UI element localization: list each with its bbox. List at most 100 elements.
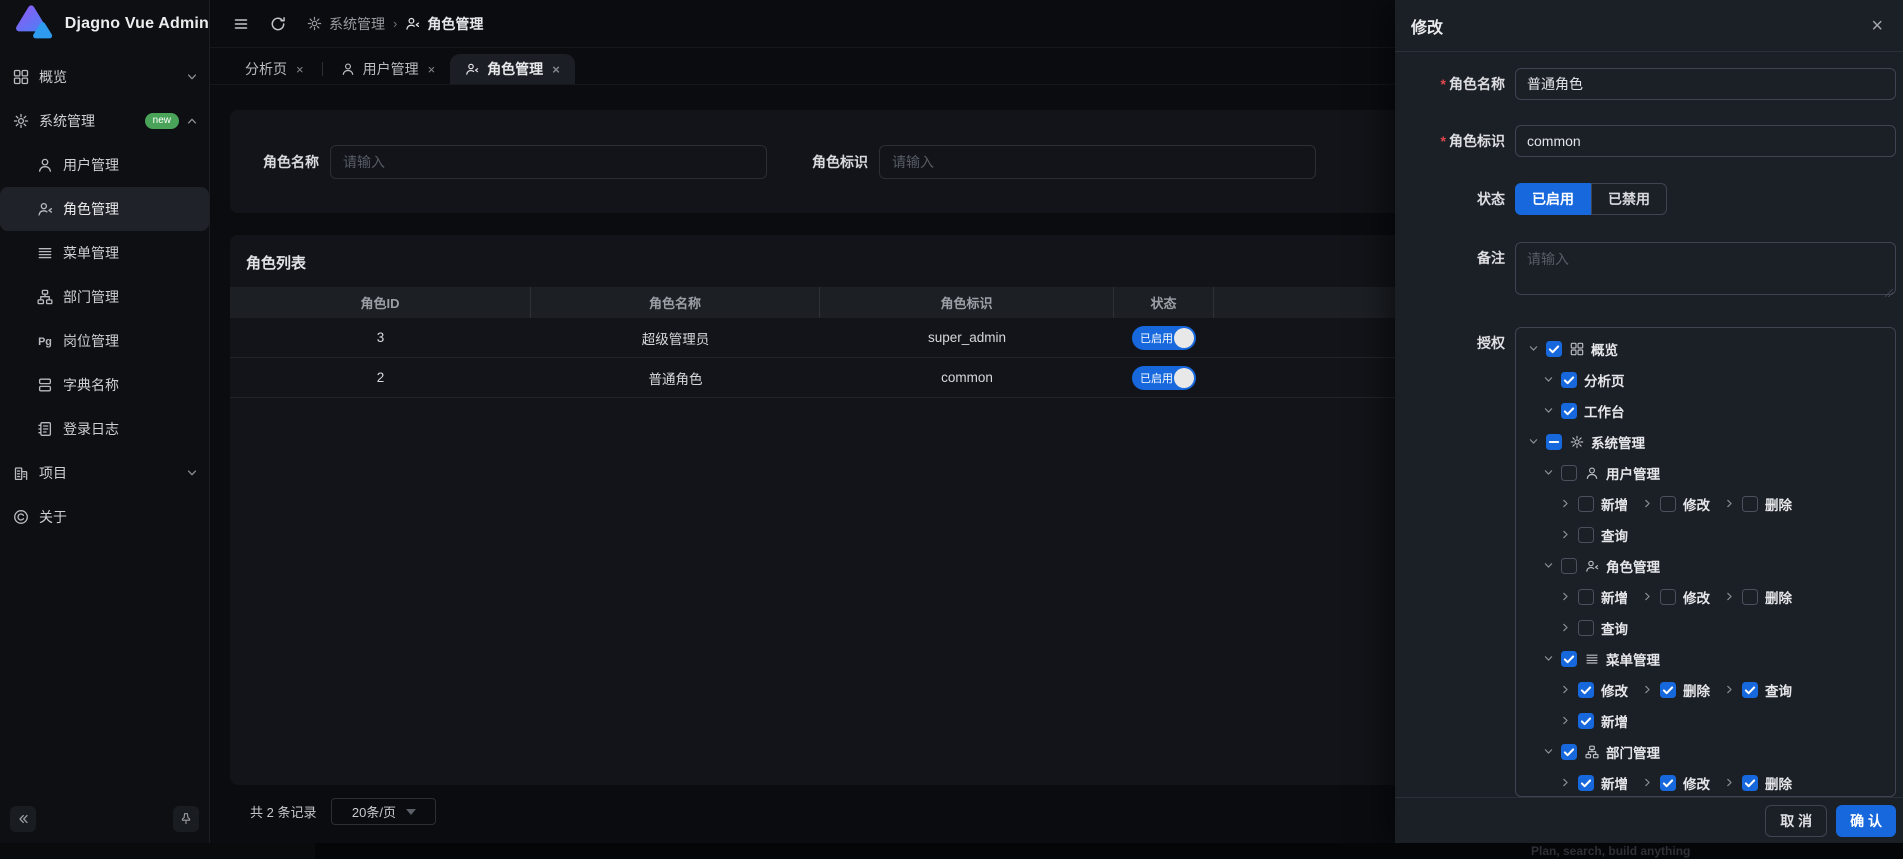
tree-node[interactable]: 查询 [1560,618,1628,638]
checkbox-unchecked[interactable] [1742,496,1758,512]
sidebar-item[interactable]: 部门管理 [0,275,209,319]
status-toggle[interactable]: 已启用 [1132,366,1196,390]
tab-0[interactable]: 分析页× [230,54,319,84]
chevron-right-icon[interactable] [1560,591,1571,602]
chevron-down-icon[interactable] [1528,436,1539,447]
tree-node[interactable]: 概览 [1528,339,1618,359]
checkbox-checked[interactable] [1578,775,1594,791]
tree-node[interactable]: 修改 [1642,773,1710,793]
sidebar-item[interactable]: 关于 [0,495,209,539]
confirm-button[interactable]: 确 认 [1836,805,1896,837]
role-key-search-input[interactable] [879,145,1316,179]
sidebar-item[interactable]: 概览 [0,55,209,99]
remark-textarea[interactable] [1515,242,1896,295]
checkbox-unchecked[interactable] [1578,620,1594,636]
chevron-right-icon[interactable] [1642,777,1653,788]
sidebar-item[interactable]: 系统管理new [0,99,209,143]
chevron-right-icon[interactable] [1560,777,1571,788]
checkbox-checked[interactable] [1546,341,1562,357]
tree-node[interactable]: 新增 [1560,587,1628,607]
tree-node[interactable]: 用户管理 [1543,463,1660,483]
chevron-right-icon[interactable] [1642,498,1653,509]
tree-node[interactable]: 新增 [1560,711,1628,731]
checkbox-unchecked[interactable] [1561,465,1577,481]
tree-node[interactable]: 新增 [1560,494,1628,514]
chevron-down-icon[interactable] [1543,405,1554,416]
refresh-icon[interactable] [270,16,286,32]
status-disabled-option[interactable]: 已禁用 [1591,183,1667,215]
sidebar-item[interactable]: 项目 [0,451,209,495]
tree-node[interactable]: 分析页 [1543,370,1625,390]
checkbox-checked[interactable] [1578,682,1594,698]
chevron-right-icon[interactable] [1724,591,1735,602]
tree-node[interactable]: 删除 [1724,773,1792,793]
tree-node[interactable]: 角色管理 [1543,556,1660,576]
cancel-button[interactable]: 取 消 [1765,805,1827,837]
tree-node[interactable]: 修改 [1642,494,1710,514]
tree-node[interactable]: 修改 [1642,587,1710,607]
chevron-right-icon[interactable] [1560,715,1571,726]
sidebar-item[interactable]: 角色管理 [0,187,209,231]
close-icon[interactable]: × [1871,16,1883,36]
checkbox-unchecked[interactable] [1742,589,1758,605]
chevron-down-icon[interactable] [1543,560,1554,571]
checkbox-unchecked[interactable] [1578,527,1594,543]
status-toggle[interactable]: 已启用 [1132,326,1196,350]
checkbox-checked[interactable] [1742,682,1758,698]
sidebar-item[interactable]: Pg岗位管理 [0,319,209,363]
checkbox-indeterminate[interactable] [1546,434,1562,450]
tab-close-icon[interactable]: × [428,63,436,76]
tree-node[interactable]: 系统管理 [1528,432,1645,452]
tree-node[interactable]: 删除 [1724,494,1792,514]
checkbox-unchecked[interactable] [1561,558,1577,574]
chevron-down-icon[interactable] [1543,746,1554,757]
role-key-input[interactable] [1515,125,1896,157]
checkbox-unchecked[interactable] [1578,589,1594,605]
chevron-right-icon[interactable] [1560,498,1571,509]
tree-node[interactable]: 删除 [1724,587,1792,607]
chevron-down-icon[interactable] [1543,467,1554,478]
checkbox-checked[interactable] [1561,403,1577,419]
checkbox-unchecked[interactable] [1660,589,1676,605]
role-name-input[interactable] [1515,68,1896,100]
chevron-right-icon[interactable] [1724,498,1735,509]
tree-node[interactable]: 工作台 [1543,401,1625,421]
tab-close-icon[interactable]: × [552,63,560,76]
sidebar-item[interactable]: 字典名称 [0,363,209,407]
chevron-right-icon[interactable] [1642,684,1653,695]
chevron-right-icon[interactable] [1642,591,1653,602]
hamburger-icon[interactable] [233,16,249,32]
checkbox-checked[interactable] [1660,775,1676,791]
role-name-search-input[interactable] [330,145,767,179]
tree-node[interactable]: 修改 [1560,680,1628,700]
chevron-down-icon[interactable] [1543,374,1554,385]
checkbox-checked[interactable] [1742,775,1758,791]
sidebar-item[interactable]: 菜单管理 [0,231,209,275]
page-size-select[interactable]: 20条/页 [331,798,436,825]
chevron-right-icon[interactable] [1724,684,1735,695]
tab-1[interactable]: 用户管理× [326,54,451,84]
chevron-down-icon[interactable] [1528,343,1539,354]
collapse-sidebar-button[interactable] [10,806,36,832]
checkbox-checked[interactable] [1578,713,1594,729]
tree-node[interactable]: 查询 [1560,525,1628,545]
sidebar-item[interactable]: 用户管理 [0,143,209,187]
checkbox-checked[interactable] [1660,682,1676,698]
checkbox-checked[interactable] [1561,744,1577,760]
checkbox-unchecked[interactable] [1578,496,1594,512]
chevron-right-icon[interactable] [1724,777,1735,788]
chevron-right-icon[interactable] [1560,529,1571,540]
sidebar-item[interactable]: 登录日志 [0,407,209,451]
breadcrumb-item[interactable]: 系统管理 [307,14,385,34]
pin-sidebar-button[interactable] [173,806,199,832]
tree-node[interactable]: 菜单管理 [1543,649,1660,669]
checkbox-checked[interactable] [1561,651,1577,667]
tab-close-icon[interactable]: × [296,63,304,76]
tree-node[interactable]: 查询 [1724,680,1792,700]
status-enabled-option[interactable]: 已启用 [1515,183,1591,215]
chevron-right-icon[interactable] [1560,622,1571,633]
tree-node[interactable]: 删除 [1642,680,1710,700]
tab-2[interactable]: 角色管理× [450,54,575,84]
chevron-down-icon[interactable] [1543,653,1554,664]
checkbox-unchecked[interactable] [1660,496,1676,512]
